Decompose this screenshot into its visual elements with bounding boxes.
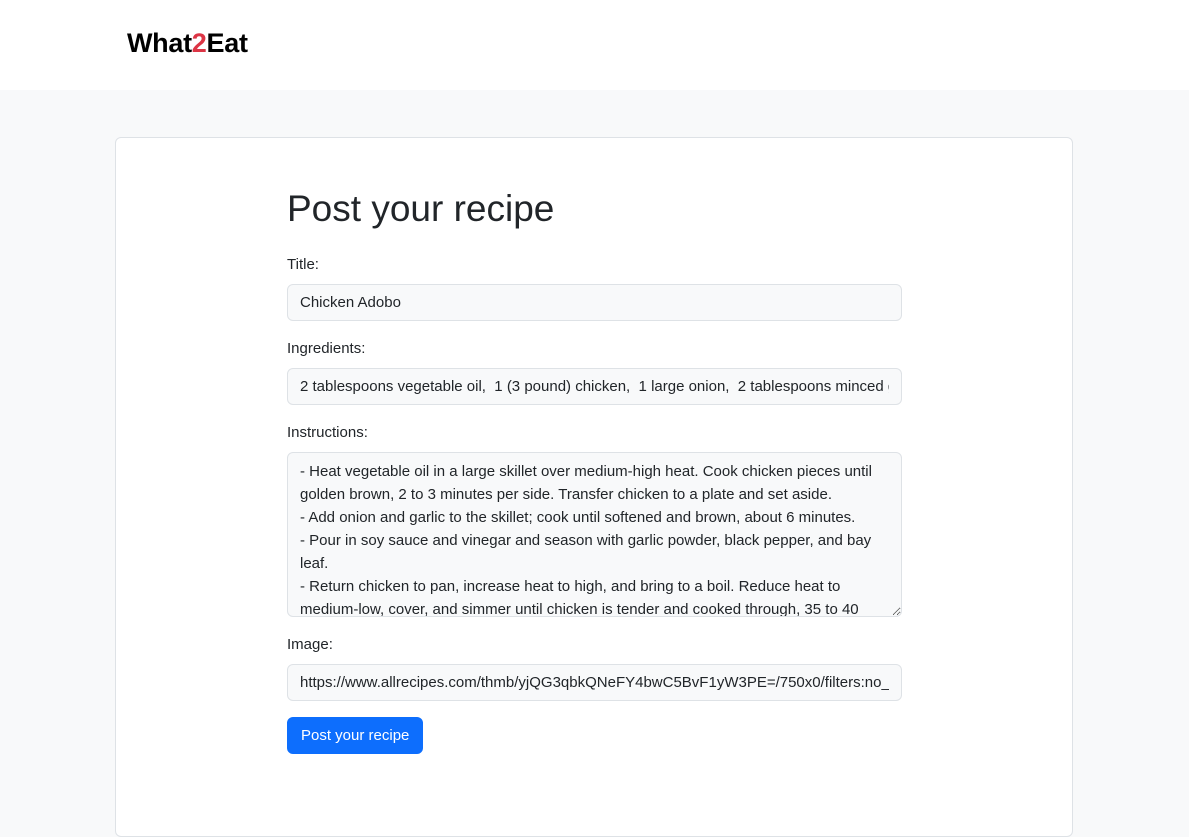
navbar: What2Eat (0, 0, 1189, 90)
ingredients-input[interactable] (287, 368, 902, 405)
title-input[interactable] (287, 284, 902, 321)
brand-part-1: What (127, 28, 192, 58)
title-label: Title: (287, 256, 319, 273)
image-label: Image: (287, 636, 333, 653)
instructions-label: Instructions: (287, 424, 368, 441)
post-recipe-button[interactable]: Post your recipe (287, 717, 424, 754)
brand-part-2: Eat (206, 28, 248, 58)
recipe-form-card: Post your recipe Title: Ingredients: Ins… (115, 137, 1073, 837)
page-title: Post your recipe (287, 188, 555, 229)
ingredients-label: Ingredients: (287, 340, 366, 357)
brand-accent: 2 (191, 28, 207, 58)
instructions-textarea[interactable]: - Heat vegetable oil in a large skillet … (287, 452, 902, 617)
brand-logo[interactable]: What2Eat (127, 28, 248, 59)
image-url-input[interactable] (287, 664, 902, 701)
